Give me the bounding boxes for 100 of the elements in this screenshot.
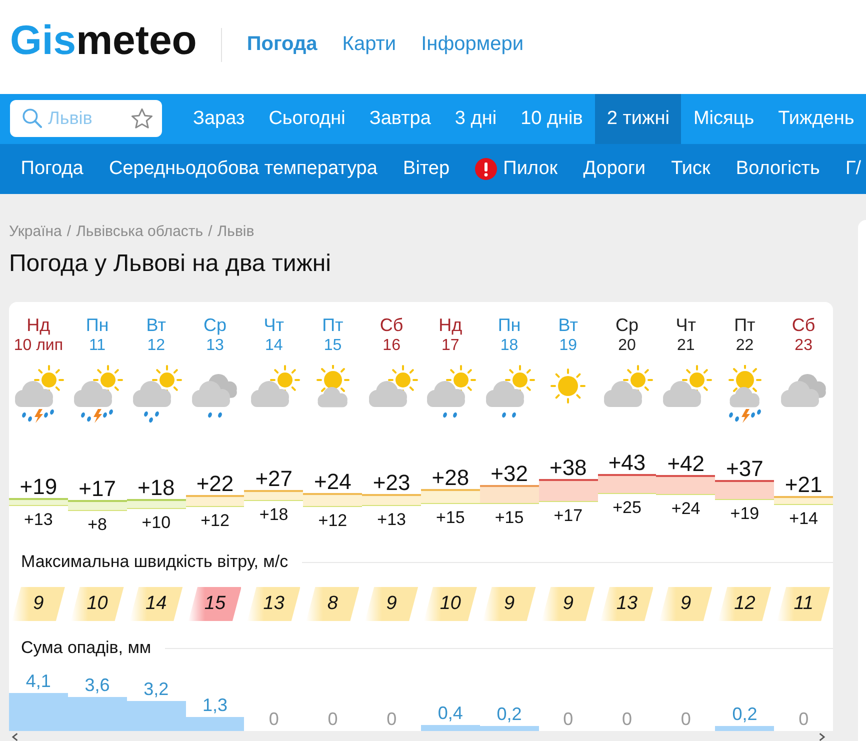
chevron-right-icon[interactable] [819, 733, 825, 741]
low-temperature: +13 [24, 510, 53, 530]
logo[interactable]: Gismeteo [10, 20, 197, 60]
high-temperature: +24 [314, 471, 352, 493]
day-date: 10 лип [14, 337, 64, 355]
chevron-left-icon[interactable] [12, 733, 18, 741]
temperature-band [244, 490, 304, 501]
day-date: 20 [618, 337, 636, 355]
day-name: Сб [792, 315, 816, 335]
day-name: Нд [26, 315, 50, 335]
section-link[interactable]: Тиск [658, 144, 724, 194]
search-field[interactable]: Львів [10, 100, 162, 137]
precipitation-amount: 0,2 [732, 704, 758, 724]
tab[interactable]: Зараз [181, 94, 257, 144]
page-title: Погода у Львові на два тижні [9, 249, 331, 279]
breadcrumb-link[interactable]: Україна [9, 223, 62, 241]
tab[interactable]: 2 тижні [594, 94, 682, 144]
low-temperature: +18 [259, 505, 288, 525]
temperature-band [186, 495, 244, 507]
precipitation-amount: 0 [622, 709, 632, 729]
day-name: Ср [203, 315, 226, 335]
wind-speed: 9 [482, 587, 536, 621]
low-temperature: +14 [789, 509, 818, 529]
day-name: Нд [438, 315, 462, 335]
low-temperature: +15 [436, 508, 465, 528]
high-temperature: +32 [490, 463, 528, 485]
temperature-band [538, 479, 598, 502]
temperature-band [421, 489, 480, 504]
high-temperature: +27 [255, 468, 293, 490]
precipitation-amount: 3,2 [144, 678, 169, 699]
day-date: 15 [324, 337, 342, 355]
section-link[interactable]: Середньодобова температура [96, 144, 390, 194]
precipitation-amount: 1,3 [202, 694, 228, 715]
low-temperature: +17 [554, 506, 583, 526]
low-temperature: +19 [730, 504, 760, 524]
wind-speed: 15 [188, 587, 242, 621]
day-name: Чт [676, 315, 696, 335]
section-link[interactable]: Погода [8, 144, 96, 194]
day-name: Вт [146, 315, 166, 335]
high-temperature: +37 [726, 458, 764, 480]
high-temperature: +21 [784, 474, 822, 496]
nav-link[interactable]: Погода [246, 33, 318, 55]
day-name: Пт [322, 315, 344, 335]
breadcrumb-link[interactable]: Львівська область [76, 223, 204, 241]
section-link[interactable]: Вітер [390, 144, 462, 194]
temperature-band [126, 499, 186, 509]
section-link[interactable]: Пилок [462, 144, 570, 194]
section-link[interactable]: Дороги [570, 144, 658, 194]
day-date: 17 [442, 337, 460, 355]
day-date: 19 [559, 337, 578, 355]
star-icon[interactable] [131, 108, 153, 129]
high-temperature: +19 [20, 476, 58, 498]
breadcrumb-separator: / [208, 223, 212, 241]
precipitation-amount: 0,2 [496, 704, 522, 724]
low-temperature: +24 [671, 499, 700, 519]
wind-speed: 8 [306, 587, 360, 621]
day-date: 13 [206, 337, 224, 355]
wind-speed: 13 [600, 587, 654, 621]
low-temperature: +25 [612, 498, 642, 518]
day-date: 16 [382, 337, 400, 355]
tab[interactable]: Завтра [357, 94, 443, 144]
sun-cloud-rain-lightning-icon [71, 365, 124, 423]
precipitation-bar [715, 726, 774, 731]
tab[interactable]: Місяць [681, 94, 766, 144]
day-date: 23 [794, 337, 812, 355]
precipitation-amount: 0,4 [438, 702, 463, 723]
low-temperature: +15 [494, 508, 524, 528]
day-date: 21 [676, 337, 695, 355]
wind-speed: 9 [659, 587, 712, 621]
high-temperature: +38 [549, 457, 587, 479]
high-temperature: +28 [432, 467, 470, 489]
low-temperature: +8 [88, 515, 107, 535]
temperature-band [480, 485, 539, 504]
day-name: Чт [264, 315, 284, 335]
nav-link[interactable]: Інформери [421, 33, 524, 55]
breadcrumb-link[interactable]: Львів [217, 223, 254, 241]
section-link[interactable]: Г/ [832, 144, 862, 194]
low-temperature: +10 [142, 513, 171, 533]
sun-cloud-rain-lightning-icon [12, 365, 64, 423]
tab[interactable]: 10 днів [508, 94, 595, 144]
precipitation-amount: 0 [680, 709, 691, 729]
day-name: Вт [558, 315, 578, 335]
wind-speed: 9 [12, 587, 65, 621]
wind-speed: 12 [718, 587, 772, 621]
breadcrumb-separator: / [66, 223, 72, 241]
precipitation-bar [9, 693, 68, 731]
day-date: 11 [88, 337, 106, 355]
tab[interactable]: 3 дні [442, 94, 509, 144]
precipitation-amount: 0 [328, 709, 338, 729]
precipitation-amount: 0 [268, 709, 279, 729]
high-temperature: +43 [608, 452, 646, 474]
tab[interactable]: Сьогодні [256, 94, 358, 144]
tab[interactable]: Тиждень [766, 94, 866, 144]
day-date: 14 [264, 337, 283, 355]
day-date: 18 [500, 337, 518, 355]
nav-link[interactable]: Карти [342, 33, 396, 55]
high-temperature: +18 [137, 477, 175, 499]
search-icon [22, 108, 42, 128]
section-heading: Максимальна швидкість вітру, м/с [21, 553, 288, 571]
section-link[interactable]: Вологість [723, 144, 833, 194]
